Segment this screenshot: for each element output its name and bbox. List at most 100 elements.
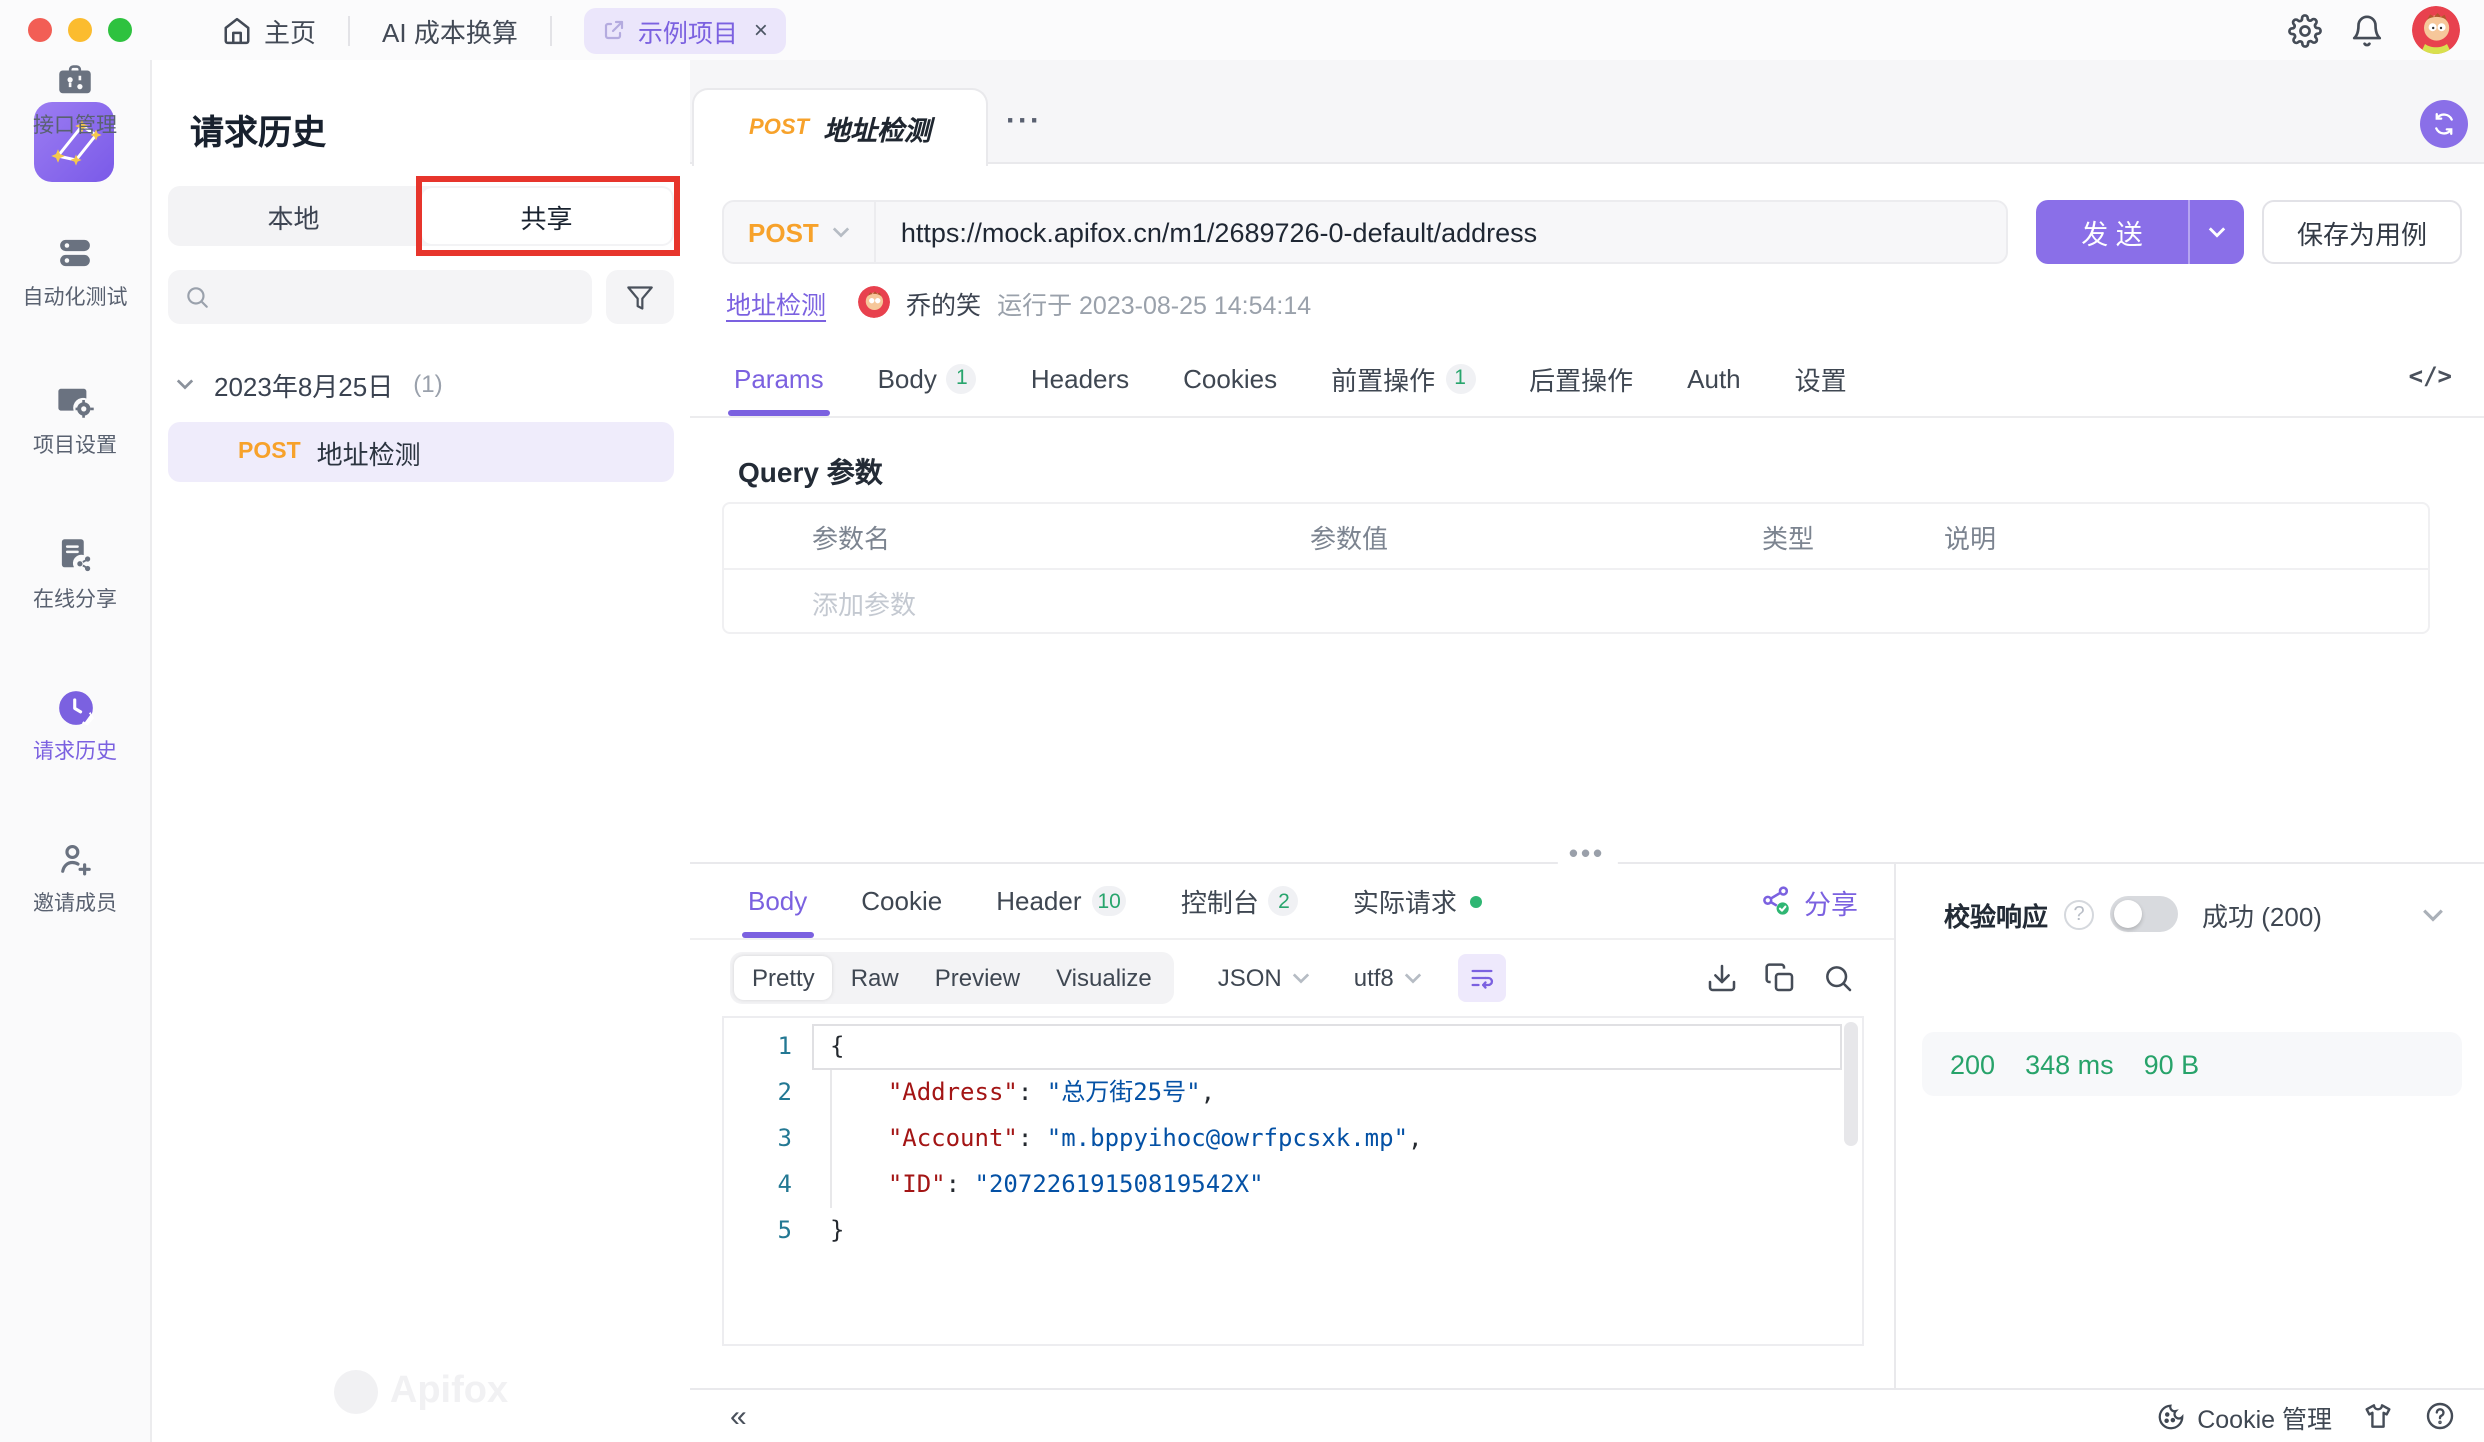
url-input[interactable]: https://mock.apifox.cn/m1/2689726-0-defa… <box>877 217 1561 247</box>
project-settings-icon <box>54 380 96 422</box>
response-time: 348 ms <box>2025 1049 2114 1079</box>
view-mode-switch: PrettyRawPreviewVisualize <box>730 952 1174 1004</box>
count-badge: 1 <box>947 363 977 393</box>
download-icon[interactable] <box>1706 962 1738 994</box>
save-as-case-button[interactable]: 保存为用例 <box>2262 200 2462 264</box>
response-tab-header[interactable]: Header10 <box>996 864 1127 938</box>
project-tab-label: 示例项目 <box>638 11 738 49</box>
tab-params[interactable]: Params <box>734 340 824 416</box>
editor-scrollbar[interactable] <box>1844 1022 1858 1146</box>
bell-icon[interactable] <box>2350 13 2384 47</box>
tab-auth[interactable]: Auth <box>1687 340 1741 416</box>
tab-headers[interactable]: Headers <box>1031 340 1129 416</box>
code-line[interactable]: 3 "Account": "m.bppyihoc@owrfpcsxk.mp", <box>724 1116 1862 1162</box>
sidebar-item-project-settings[interactable]: 项目设置 <box>0 380 150 476</box>
gear-icon[interactable] <box>2288 13 2322 47</box>
history-search[interactable] <box>168 270 592 324</box>
tab-label: Body <box>748 886 807 916</box>
line-content: } <box>812 1208 844 1254</box>
view-mode-preview[interactable]: Preview <box>917 956 1038 1000</box>
workspace-name[interactable]: AI 成本换算 <box>382 11 518 49</box>
view-mode-raw[interactable]: Raw <box>833 956 917 1000</box>
response-status-text: 成功 (200) <box>2202 895 2322 933</box>
avatar[interactable] <box>2412 6 2460 54</box>
sidebar-item-automation-test[interactable]: 自动化测试 <box>0 232 150 328</box>
help-icon[interactable]: ? <box>2064 899 2094 929</box>
column-header: 参数名 <box>724 517 1310 555</box>
response-tab-实际请求[interactable]: 实际请求 <box>1353 864 1483 938</box>
close-window-button[interactable] <box>28 18 52 42</box>
response-tab-控制台[interactable]: 控制台2 <box>1181 864 1299 938</box>
panel-title: 请求历史 <box>190 104 326 154</box>
tab-label: Body <box>878 363 937 393</box>
column-header: 参数值 <box>1310 517 1762 555</box>
request-config-tabs: Params Body 1 Headers Cookies 前置操作1 后置操作 Auth 设置… <box>690 340 2484 418</box>
tab-cookies[interactable]: Cookies <box>1183 340 1277 416</box>
search-icon[interactable] <box>1822 962 1854 994</box>
encoding-select[interactable]: utf8 <box>1354 964 1422 992</box>
count-badge: 10 <box>1092 886 1127 916</box>
help-icon[interactable] <box>2424 1400 2456 1432</box>
environment-sync-button[interactable] <box>2420 100 2468 148</box>
add-param-row[interactable]: 添加参数 <box>724 570 2428 634</box>
method-badge: POST <box>238 440 301 464</box>
sidebar-item-label: 接口管理 <box>33 110 117 140</box>
tab-label: 实际请求 <box>1353 882 1457 920</box>
chevron-down-icon <box>176 378 194 390</box>
sidebar-item-invite-members[interactable]: 邀请成员 <box>0 838 150 934</box>
pane-splitter[interactable]: ••• <box>690 850 2484 864</box>
current-line-highlight <box>812 1024 1842 1070</box>
format-select[interactable]: JSON <box>1218 964 1310 992</box>
tab-local[interactable]: 本地 <box>168 186 419 246</box>
tab-label: Cookies <box>1183 363 1277 393</box>
cookie-manager-button[interactable]: Cookie 管理 <box>2155 1397 2332 1435</box>
sidebar-item-label: 在线分享 <box>33 584 117 614</box>
request-history-icon <box>54 686 96 728</box>
share-button[interactable]: 分享 <box>1760 881 1858 921</box>
project-tab[interactable]: 示例项目 × <box>584 7 786 53</box>
history-item[interactable]: POST 地址检测 <box>168 422 674 482</box>
code-line[interactable]: 1{ <box>724 1024 1862 1070</box>
home-button[interactable]: 主页 <box>222 11 316 49</box>
chevron-down-icon[interactable] <box>2422 907 2444 921</box>
maximize-window-button[interactable] <box>108 18 132 42</box>
response-tab-body[interactable]: Body <box>748 864 807 938</box>
minimize-window-button[interactable] <box>68 18 92 42</box>
collapse-sidebar-icon[interactable]: « <box>730 1401 747 1431</box>
word-wrap-button[interactable] <box>1458 954 1506 1002</box>
close-icon[interactable]: × <box>754 16 768 44</box>
more-tabs-button[interactable]: ··· <box>1006 104 1042 138</box>
tab-label: Headers <box>1031 363 1129 393</box>
code-line[interactable]: 4 "ID": "20722619150819542X" <box>724 1162 1862 1208</box>
copy-icon[interactable] <box>1764 962 1796 994</box>
shirt-icon[interactable] <box>2362 1400 2394 1432</box>
sidebar-item-online-share[interactable]: 在线分享 <box>0 534 150 630</box>
request-document-tab[interactable]: POST 地址检测 <box>692 88 988 166</box>
send-button[interactable]: 发 送 <box>2036 200 2244 264</box>
method-select[interactable]: POST <box>724 202 877 262</box>
history-date-group[interactable]: 2023年8月25日 (1) <box>176 364 443 404</box>
send-options-dropdown[interactable] <box>2188 200 2244 264</box>
search-icon <box>184 284 210 310</box>
tab-设置[interactable]: 设置 <box>1795 340 1847 416</box>
response-body-editor[interactable]: 1{2 "Address": "总万街25号",3 "Account": "m.… <box>722 1016 1864 1346</box>
main-area: POST 地址检测 ··· POST https://mock.apifox.c… <box>690 60 2484 1442</box>
divider <box>348 15 350 45</box>
tab-前置操作[interactable]: 前置操作1 <box>1331 340 1475 416</box>
filter-button[interactable] <box>606 270 674 324</box>
view-mode-visualize[interactable]: Visualize <box>1038 956 1170 1000</box>
response-tab-cookie[interactable]: Cookie <box>861 864 942 938</box>
code-view-icon[interactable]: </> <box>2409 362 2452 390</box>
statusbar: « Cookie 管理 <box>690 1388 2484 1442</box>
tab-shared[interactable]: 共享 <box>421 188 672 244</box>
tab-后置操作[interactable]: 后置操作 <box>1529 340 1633 416</box>
history-search-input[interactable] <box>222 281 576 313</box>
sidebar-item-request-history[interactable]: 请求历史 <box>0 686 150 782</box>
sidebar-item-api-management[interactable]: 接口管理 <box>0 60 150 156</box>
code-line[interactable]: 2 "Address": "总万街25号", <box>724 1070 1862 1116</box>
api-link[interactable]: 地址检测 <box>726 283 826 321</box>
tab-body[interactable]: Body 1 <box>878 340 977 416</box>
view-mode-pretty[interactable]: Pretty <box>734 956 833 1000</box>
validate-response-toggle[interactable] <box>2110 896 2178 932</box>
code-line[interactable]: 5} <box>724 1208 1862 1254</box>
